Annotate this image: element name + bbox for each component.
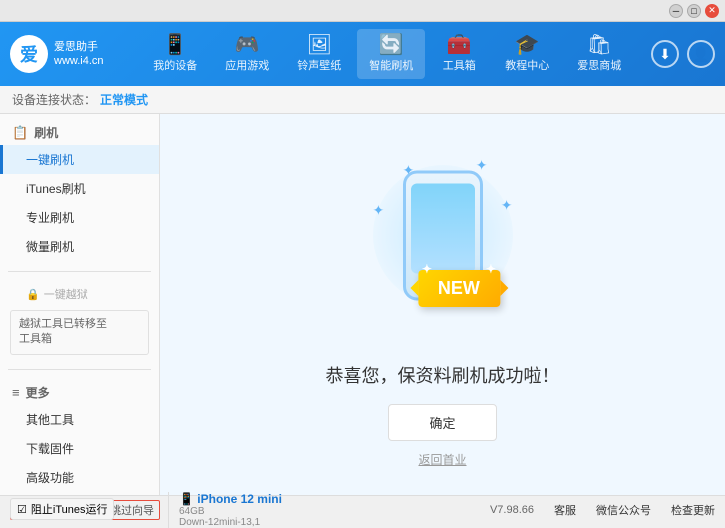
logo-circle: 爱	[10, 35, 48, 73]
itunes-status-bar: ☑ 阻止iTunes运行	[0, 495, 124, 523]
sidebar-group-flash-label: 刷机	[34, 124, 58, 141]
nav-smart-flash-label: 智能刷机	[369, 57, 413, 73]
sidebar-pro-flash-label: 专业刷机	[26, 211, 74, 225]
sidebar-item-itunes-flash[interactable]: iTunes刷机	[0, 174, 159, 203]
tutorial-icon: 🎓	[515, 35, 540, 55]
itunes-toggle-btn[interactable]: ☑ 阻止iTunes运行	[10, 498, 114, 520]
star-2: ✦	[476, 157, 488, 174]
sidebar: 📋 刷机 一键刷机 iTunes刷机 专业刷机 微量刷机 🔒 一键越狱	[0, 114, 160, 495]
logo-text: 爱思助手 www.i4.cn	[54, 40, 104, 69]
device-model: Down-12mini-13,1	[179, 517, 282, 528]
device-name-text: iPhone 12 mini	[197, 492, 282, 506]
user-button[interactable]: 👤	[687, 40, 715, 68]
flash-icon: 🔄	[379, 35, 404, 55]
sidebar-item-one-key-flash[interactable]: 一键刷机	[0, 145, 159, 174]
download-button[interactable]: ⬇	[651, 40, 679, 68]
sidebar-group-more: ≡ 更多	[0, 380, 159, 405]
nav-apps-games-label: 应用游戏	[225, 57, 269, 73]
nav-apps-games[interactable]: 🎮 应用游戏	[213, 29, 281, 79]
sidebar-other-tools-label: 其他工具	[26, 413, 74, 427]
wallpaper-icon: 🖼	[307, 35, 332, 55]
nav-toolbox[interactable]: 🧰 工具箱	[429, 29, 489, 79]
nav-ringtones-label: 铃声壁纸	[297, 57, 341, 73]
status-bar: 设备连接状态： 正常模式	[0, 86, 725, 114]
sidebar-section-flash: 📋 刷机 一键刷机 iTunes刷机 专业刷机 微量刷机	[0, 114, 159, 267]
logo-area: 爱 爱思助手 www.i4.cn	[10, 35, 104, 73]
nav-smart-flash[interactable]: 🔄 智能刷机	[357, 29, 425, 79]
lock-icon: 🔒	[26, 288, 40, 301]
nav-ringtones[interactable]: 🖼 铃声壁纸	[285, 29, 353, 79]
version-text: V7.98.66	[490, 504, 534, 516]
sidebar-group-more-label: 更多	[26, 384, 50, 401]
device-name: 📱 iPhone 12 mini	[179, 492, 282, 506]
sidebar-jailbreak-label: 一键越狱	[44, 286, 88, 302]
nav-my-device-label: 我的设备	[153, 57, 197, 73]
more-icon: ≡	[12, 385, 20, 400]
nav-actions: ⬇ 👤	[651, 40, 715, 68]
store-icon: 🛍	[587, 35, 612, 55]
content-area: ✦ ✦ ✦ ✦ ✦ NEW ✦ 恭喜您，保资料刷机成功啦！ 确定 返回首业	[160, 114, 725, 495]
maximize-button[interactable]: □	[687, 4, 701, 18]
sidebar-item-micro-flash[interactable]: 微量刷机	[0, 232, 159, 261]
nav-store[interactable]: 🛍 爱思商城	[565, 29, 633, 79]
sidebar-download-firmware-label: 下载固件	[26, 442, 74, 456]
main-layout: 📋 刷机 一键刷机 iTunes刷机 专业刷机 微量刷机 🔒 一键越狱	[0, 114, 725, 495]
games-icon: 🎮	[235, 35, 260, 55]
check-update-link[interactable]: 检查更新	[671, 502, 715, 518]
logo-line2: www.i4.cn	[54, 54, 104, 68]
logo-icon: 爱	[20, 41, 38, 67]
device-storage: 64GB	[179, 506, 282, 517]
status-value: 正常模式	[100, 91, 148, 108]
nav-toolbox-label: 工具箱	[443, 57, 476, 73]
new-badge-text: NEW	[438, 278, 480, 298]
star-sparkle-left: ✦	[422, 262, 432, 276]
phone-screen-inner	[411, 183, 475, 273]
phone-screen	[411, 183, 475, 273]
star-4: ✦	[501, 197, 513, 214]
sidebar-item-other-tools[interactable]: 其他工具	[0, 405, 159, 434]
star-3: ✦	[373, 202, 385, 219]
sidebar-itunes-flash-label: iTunes刷机	[26, 182, 86, 196]
success-message: 恭喜您，保资料刷机成功啦！	[326, 362, 560, 388]
logo-line1: 爱思助手	[54, 40, 104, 54]
nav-tutorial-label: 教程中心	[505, 57, 549, 73]
header: 爱 爱思助手 www.i4.cn 📱 我的设备 🎮 应用游戏 🖼 铃声壁纸 🔄 …	[0, 22, 725, 86]
sidebar-divider-2	[8, 369, 151, 370]
status-label: 设备连接状态：	[12, 91, 96, 108]
nav-store-label: 爱思商城	[577, 57, 621, 73]
back-link[interactable]: 返回首业	[418, 451, 466, 468]
new-badge: ✦ NEW ✦	[418, 270, 500, 307]
sidebar-item-advanced[interactable]: 高级功能	[0, 463, 159, 492]
sidebar-item-pro-flash[interactable]: 专业刷机	[0, 203, 159, 232]
minimize-button[interactable]: ─	[669, 4, 683, 18]
bottom-right: V7.98.66 客服 微信公众号 检查更新	[490, 502, 715, 518]
sidebar-jailbreak-disabled: 🔒 一键越狱	[0, 282, 159, 306]
sidebar-jailbreak-note: 越狱工具已转移至工具箱	[10, 310, 149, 355]
nav-my-device[interactable]: 📱 我的设备	[141, 29, 209, 79]
wechat-link[interactable]: 微信公众号	[596, 502, 651, 518]
device-phone-icon: 📱	[179, 492, 197, 506]
sidebar-micro-flash-label: 微量刷机	[26, 240, 74, 254]
itunes-check-icon: ☑	[17, 503, 27, 516]
sidebar-advanced-label: 高级功能	[26, 471, 74, 485]
nav-tutorial[interactable]: 🎓 教程中心	[493, 29, 561, 79]
star-sparkle-right: ✦	[486, 262, 496, 276]
sidebar-item-download-firmware[interactable]: 下载固件	[0, 434, 159, 463]
sidebar-one-key-flash-label: 一键刷机	[26, 153, 74, 167]
toolbox-icon: 🧰	[447, 35, 472, 55]
title-bar: ─ □ ✕	[0, 0, 725, 22]
customer-service-link[interactable]: 客服	[554, 502, 576, 518]
sidebar-section-jailbreak: 🔒 一键越狱 越狱工具已转移至工具箱	[0, 276, 159, 365]
confirm-button[interactable]: 确定	[388, 404, 496, 441]
sidebar-section-more: ≡ 更多 其他工具 下载固件 高级功能	[0, 374, 159, 495]
illustration: ✦ ✦ ✦ ✦ ✦ NEW ✦	[343, 142, 543, 342]
close-button[interactable]: ✕	[705, 4, 719, 18]
phone-icon: 📱	[163, 35, 188, 55]
nav-items: 📱 我的设备 🎮 应用游戏 🖼 铃声壁纸 🔄 智能刷机 🧰 工具箱 🎓 教程中心…	[124, 29, 651, 79]
sidebar-divider-1	[8, 271, 151, 272]
flash-group-icon: 📋	[12, 125, 28, 141]
sidebar-group-flash: 📋 刷机	[0, 120, 159, 145]
itunes-status-label: 阻止iTunes运行	[31, 501, 108, 517]
device-info: 📱 iPhone 12 mini 64GB Down-12mini-13,1	[168, 492, 292, 528]
